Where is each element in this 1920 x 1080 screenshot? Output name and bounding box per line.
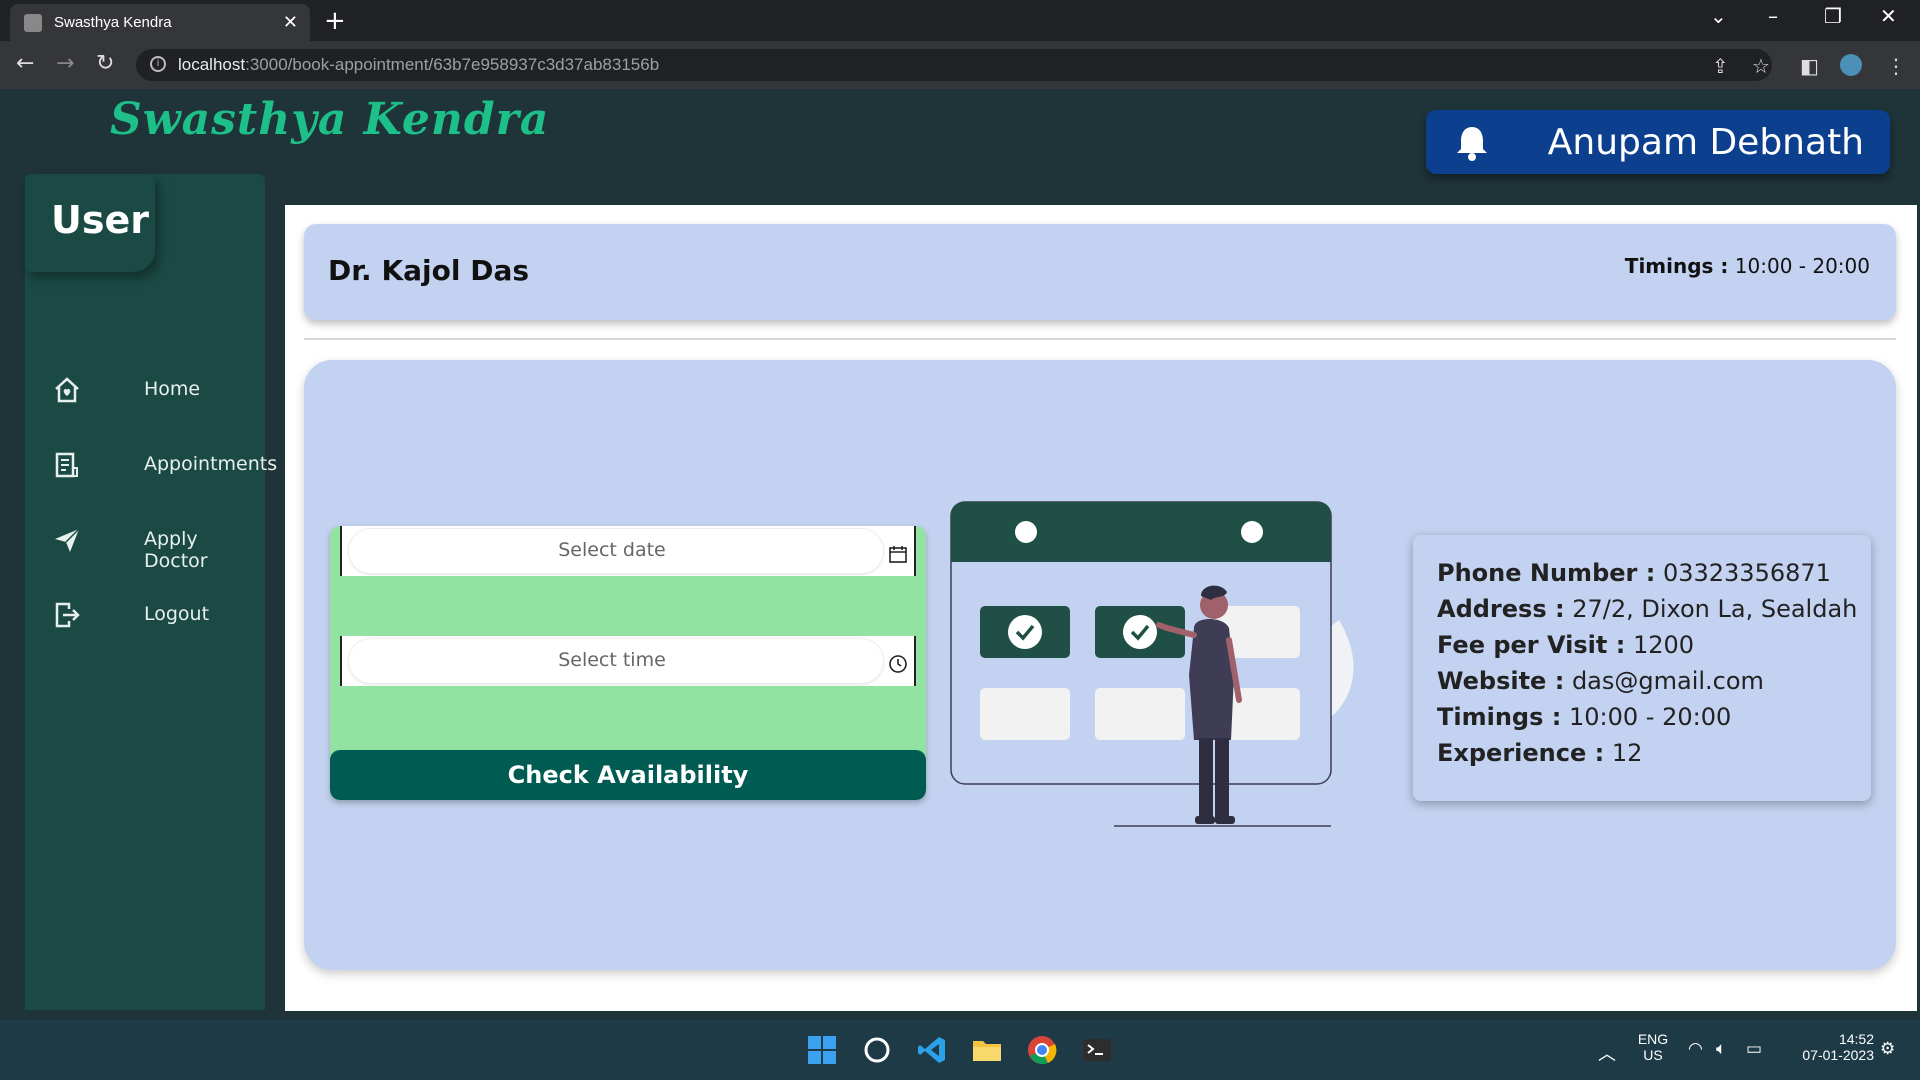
menu-icon[interactable]: ⋮ <box>1886 54 1906 78</box>
language-indicator[interactable]: ENG US <box>1636 1031 1670 1063</box>
sidebar-item-apply-doctor[interactable]: Apply Doctor <box>53 522 263 572</box>
brand-logo[interactable]: Swasthya Kendra <box>110 94 549 145</box>
volume-icon[interactable]: 🔈︎ <box>1716 1039 1726 1059</box>
sidebar-item-label: Apply Doctor <box>144 528 208 572</box>
bookmark-star-icon[interactable]: ☆ <box>1752 54 1770 78</box>
bell-icon[interactable] <box>1452 124 1492 162</box>
doctor-info-card: Phone Number : 03323356871 Address : 27/… <box>1413 535 1871 801</box>
windows-taskbar: ︿ ENG US ◠ 🔈︎ ▭ 14:52 07-01-2023 ⚙ <box>0 1020 1920 1080</box>
timings-row: Timings : 10:00 - 20:00 <box>1437 703 1732 731</box>
date-field[interactable]: Select date <box>340 526 916 576</box>
doctor-name: Dr. Kajol Das <box>328 254 530 287</box>
appointment-form: Select date Select time Check Availabili… <box>330 526 926 800</box>
site-info-icon[interactable]: i <box>150 56 166 72</box>
address-bar[interactable]: i localhost:3000/book-appointment/63b7e9… <box>136 49 1772 81</box>
time-placeholder: Select time <box>558 649 666 671</box>
address-row: Address : 27/2, Dixon La, Sealdah <box>1437 595 1858 623</box>
home-icon <box>55 377 79 403</box>
reload-icon[interactable]: ↻ <box>96 51 114 76</box>
profile-avatar[interactable] <box>1840 54 1862 76</box>
browser-tabbar: Swasthya Kendra ✕ + ⌄ – ❐ ✕ <box>0 0 1920 41</box>
fee-row: Fee per Visit : 1200 <box>1437 631 1695 659</box>
url-text: localhost:3000/book-appointment/63b7e958… <box>178 55 660 74</box>
new-tab-icon[interactable]: + <box>324 6 346 36</box>
main-content: Dr. Kajol Das Timings : 10:00 - 20:00 Se… <box>285 205 1917 1011</box>
list-icon <box>55 452 78 478</box>
share-icon[interactable]: ⇪ <box>1712 54 1729 78</box>
wifi-icon[interactable]: ◠ <box>1688 1039 1703 1059</box>
phone-row: Phone Number : 03323356871 <box>1437 559 1831 587</box>
website-row: Website : das@gmail.com <box>1437 667 1764 695</box>
clock-icon[interactable] <box>888 654 908 674</box>
divider <box>304 338 1896 340</box>
time-field[interactable]: Select time <box>340 636 916 686</box>
date-placeholder: Select date <box>558 539 666 561</box>
sidebar-item-appointments[interactable]: Appointments <box>53 447 277 487</box>
sidebar-item-label: Home <box>144 378 201 400</box>
battery-icon[interactable]: ▭ <box>1746 1039 1762 1059</box>
doctor-timings: Timings : 10:00 - 20:00 <box>1624 254 1870 278</box>
logout-icon <box>55 602 80 628</box>
user-name: Anupam Debnath <box>1547 122 1864 163</box>
check-availability-button[interactable]: Check Availability <box>330 750 926 800</box>
tab-title: Swasthya Kendra <box>54 14 172 31</box>
chevron-up-icon[interactable]: ︿ <box>1598 1040 1616 1066</box>
doctor-header-card: Dr. Kajol Das Timings : 10:00 - 20:00 <box>304 224 1896 320</box>
browser-tab[interactable]: Swasthya Kendra ✕ <box>10 4 310 41</box>
user-header[interactable]: Anupam Debnath <box>1426 110 1890 174</box>
terminal-icon[interactable] <box>1081 1034 1113 1066</box>
sidebar-title: User <box>25 174 155 272</box>
calendar-icon[interactable] <box>888 544 908 564</box>
vscode-icon[interactable] <box>916 1034 948 1066</box>
sidebar-item-label: Logout <box>144 603 210 625</box>
file-explorer-icon[interactable] <box>971 1034 1003 1066</box>
back-icon[interactable]: ← <box>16 51 34 76</box>
booking-panel: Select date Select time Check Availabili… <box>304 360 1896 970</box>
send-icon <box>55 528 80 552</box>
browser-toolbar: ← → ↻ i localhost:3000/book-appointment/… <box>0 41 1920 89</box>
minimize-icon[interactable]: – <box>1768 4 1778 28</box>
close-window-icon[interactable]: ✕ <box>1880 4 1897 28</box>
sidebar-item-logout[interactable]: Logout <box>53 597 263 637</box>
favicon-icon <box>24 14 42 32</box>
clock[interactable]: 14:52 07-01-2023 <box>1784 1031 1874 1063</box>
experience-row: Experience : 12 <box>1437 739 1643 767</box>
windows-start-icon[interactable] <box>806 1034 838 1066</box>
sidebar-item-label: Appointments <box>144 453 278 475</box>
forward-icon[interactable]: → <box>56 51 74 76</box>
side-panel-icon[interactable]: ◧ <box>1800 54 1819 78</box>
tab-search-icon[interactable]: ⌄ <box>1710 4 1727 28</box>
search-icon[interactable] <box>861 1034 893 1066</box>
notification-icon[interactable]: ⚙ <box>1880 1039 1895 1059</box>
restore-icon[interactable]: ❐ <box>1824 4 1842 28</box>
sidebar: User Home Appointments Apply Doctor Logo… <box>25 174 277 1010</box>
calendar-illustration <box>950 501 1354 827</box>
close-tab-icon[interactable]: ✕ <box>283 12 298 33</box>
chrome-icon[interactable] <box>1026 1034 1058 1066</box>
sidebar-item-home[interactable]: Home <box>53 372 263 412</box>
